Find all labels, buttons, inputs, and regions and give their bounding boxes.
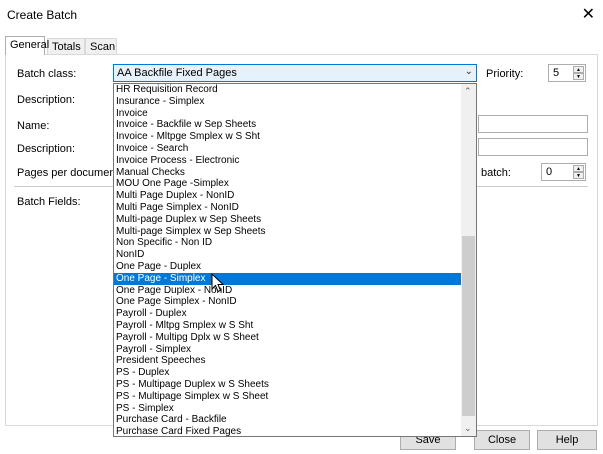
list-item[interactable]: Invoice - Search: [114, 143, 462, 155]
chevron-up-icon[interactable]: ⌃: [464, 86, 472, 97]
spin-down-icon[interactable]: ▼: [573, 73, 584, 80]
list-item[interactable]: One Page Duplex - NonID: [114, 285, 462, 297]
batch-class-list[interactable]: HR Requisition Record Insurance - Simplex…: [113, 83, 477, 437]
chevron-down-icon: ⌄: [464, 66, 473, 77]
window-title: Create Batch: [7, 8, 78, 22]
list-item[interactable]: One Page - Duplex: [114, 261, 462, 273]
batch-class-value: AA Backfile Fixed Pages: [117, 67, 237, 79]
list-item[interactable]: Multi-page Duplex w Sep Sheets: [114, 214, 462, 226]
list-item[interactable]: Invoice - Backfile w Sep Sheets: [114, 119, 462, 131]
list-item[interactable]: Purchase Card Fixed Pages: [114, 426, 462, 436]
batch-stepper[interactable]: 0 ▲ ▼: [541, 163, 586, 181]
help-button[interactable]: Help: [537, 430, 597, 450]
spin-up-icon[interactable]: ▲: [573, 165, 584, 172]
batch-label: batch:: [481, 167, 511, 179]
batch-fields-label: Batch Fields:: [17, 196, 81, 208]
priority-stepper[interactable]: 5 ▲ ▼: [548, 64, 586, 82]
list-item[interactable]: Non Specific - Non ID: [114, 237, 462, 249]
list-scrollbar[interactable]: ⌃ ⌄: [461, 84, 476, 436]
description2-label: Description:: [17, 143, 76, 155]
list-item[interactable]: Multi Page Duplex - NonID: [114, 190, 462, 202]
batch-class-dropdown[interactable]: AA Backfile Fixed Pages ⌄: [113, 64, 477, 82]
list-item[interactable]: NonID: [114, 249, 462, 261]
list-item[interactable]: PS - Multipage Duplex w S Sheets: [114, 379, 462, 391]
list-item[interactable]: One Page Simplex - NonID: [114, 296, 462, 308]
list-item[interactable]: Insurance - Simplex: [114, 96, 462, 108]
list-item[interactable]: PS - Simplex: [114, 403, 462, 415]
list-item[interactable]: President Speeches: [114, 355, 462, 367]
chevron-down-icon[interactable]: ⌄: [464, 423, 472, 434]
close-icon[interactable]: ✕: [582, 4, 595, 24]
list-item[interactable]: Invoice - Mltpge Smplex w S Sht: [114, 131, 462, 143]
priority-value: 5: [553, 67, 560, 79]
list-item[interactable]: Invoice Process - Electronic: [114, 155, 462, 167]
list-item[interactable]: Purchase Card - Backfile: [114, 414, 462, 426]
description-input[interactable]: [478, 138, 588, 156]
batch-value: 0: [546, 166, 553, 178]
title-bar: Create Batch ✕: [0, 0, 603, 30]
list-item[interactable]: Payroll - Multipg Dplx w S Sheet: [114, 332, 462, 344]
name-input[interactable]: [478, 115, 588, 133]
list-item[interactable]: HR Requisition Record: [114, 84, 462, 96]
spin-up-icon[interactable]: ▲: [573, 66, 584, 73]
list-item[interactable]: Multi-page Simplex w Sep Sheets: [114, 226, 462, 238]
batch-class-label: Batch class:: [17, 68, 77, 80]
list-item[interactable]: Manual Checks: [114, 167, 462, 179]
priority-label: Priority:: [486, 68, 524, 80]
description-label: Description:: [17, 94, 76, 106]
list-item[interactable]: MOU One Page -Simplex: [114, 178, 462, 190]
list-item[interactable]: Invoice: [114, 108, 462, 120]
list-item[interactable]: Payroll - Duplex: [114, 308, 462, 320]
list-items: HR Requisition Record Insurance - Simplex…: [114, 84, 462, 436]
name-label: Name:: [17, 120, 50, 132]
list-item[interactable]: Multi Page Simplex - NonID: [114, 202, 462, 214]
list-item[interactable]: Payroll - Mltpg Smplex w S Sht: [114, 320, 462, 332]
spin-down-icon[interactable]: ▼: [573, 172, 584, 179]
list-item[interactable]: PS - Multipage Simplex w S Sheet: [114, 391, 462, 403]
pages-per-document-label: Pages per document:: [17, 167, 122, 179]
list-item[interactable]: One Page - Simplex: [114, 272, 462, 285]
tab-general[interactable]: General: [5, 36, 49, 55]
list-item[interactable]: PS - Duplex: [114, 367, 462, 379]
close-button[interactable]: Close: [474, 430, 530, 450]
scrollbar-thumb[interactable]: [462, 236, 475, 416]
mouse-cursor-icon: [211, 273, 224, 293]
list-item[interactable]: Payroll - Simplex: [114, 344, 462, 356]
tab-scan[interactable]: Scan: [85, 38, 117, 54]
tab-totals[interactable]: Totals: [47, 38, 85, 54]
